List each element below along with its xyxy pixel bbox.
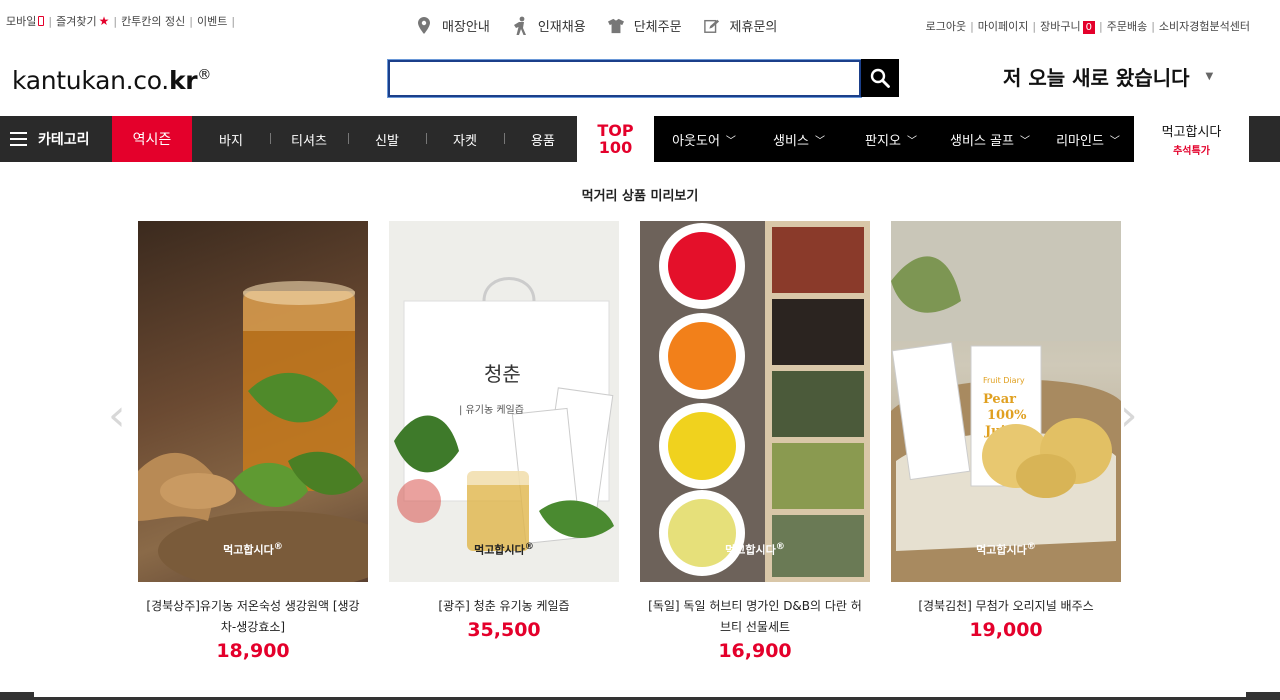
divider: | <box>970 19 974 33</box>
divider: | <box>1032 19 1037 33</box>
nav-item-remind[interactable]: 리마인드 ﹀ <box>1042 130 1134 149</box>
main-nav: 카테고리 역시즌 바지 티셔츠 신발 자켓 용품 TOP 100 아웃도어 ﹀ 생… <box>0 116 1280 162</box>
kale-juice-illustration: 청춘 | 유기농 케일즙 <box>389 221 619 582</box>
nav-item-top100[interactable]: TOP 100 <box>577 116 654 162</box>
divider: | <box>189 14 193 28</box>
nav-item-off-season[interactable]: 역시즌 <box>112 116 192 162</box>
tshirt-icon <box>607 17 624 35</box>
logout-link[interactable]: 로그아웃 <box>926 18 966 34</box>
nav-item-shoes[interactable]: 신발 <box>348 130 426 149</box>
divider: | <box>48 14 53 28</box>
product-name[interactable]: [독일] 독일 허브티 명가인 D&B의 다란 허브티 선물세트 <box>640 596 870 638</box>
product-card[interactable]: 청춘 | 유기농 케일즙 먹고합시다® [광주] 청춘 유기농 케일즙 35,5… <box>389 221 619 641</box>
orders-link[interactable]: 주문배송 <box>1107 18 1147 34</box>
chevron-down-icon: ﹀ <box>1109 135 1120 147</box>
document-edit-icon <box>703 17 720 35</box>
top-utility-bar: 모바일 | 즐겨찾기 ★ | 칸투칸의 정신 | 이벤트 | 매장안내 인재채용 … <box>0 0 1280 46</box>
divider: | <box>1098 19 1103 33</box>
pear-juice-illustration: Fruit Diary Pear 100% Juice <box>891 221 1121 582</box>
svg-text:청춘: 청춘 <box>484 362 521 386</box>
brand-watermark: 먹고합시다® <box>474 541 534 557</box>
store-info-link[interactable]: 매장안내 <box>416 16 490 35</box>
product-price: 18,900 <box>216 640 290 662</box>
mypage-link[interactable]: 마이페이지 <box>978 18 1029 34</box>
ginger-tea-illustration <box>138 281 368 582</box>
util-links-center: 매장안내 인재채용 단체주문 제휴문의 <box>416 16 799 35</box>
cart-link[interactable]: 장바구니 0 <box>1040 18 1095 34</box>
brand-watermark: 먹고합시다® <box>976 541 1036 557</box>
product-card[interactable]: 먹고합시다® [경북상주]유기농 저온숙성 생강원액 [생강차-생강효소] 18… <box>138 221 368 662</box>
search-icon <box>870 68 890 88</box>
brand-nav-group: 아웃도어 ﹀ 생비스 ﹀ 판지오 ﹀ 생비스 골프 ﹀ 리마인드 ﹀ <box>654 116 1134 162</box>
brand-watermark: 먹고합시다® <box>223 541 283 557</box>
divider: | <box>113 14 118 28</box>
search-input[interactable] <box>387 59 862 98</box>
product-image[interactable]: 먹고합시다® <box>138 221 368 582</box>
phone-icon <box>38 16 45 26</box>
partnership-link[interactable]: 제휴문의 <box>703 16 777 35</box>
divider: | <box>231 14 236 28</box>
nav-item-pants[interactable]: 바지 <box>192 130 270 149</box>
product-price: 19,000 <box>969 619 1043 641</box>
brand-watermark: 먹고합시다® <box>725 541 785 557</box>
nav-item-group: 바지 티셔츠 신발 자켓 용품 <box>192 116 582 162</box>
caret-down-icon: ▼ <box>1205 71 1214 82</box>
product-name[interactable]: [경북상주]유기농 저온숙성 생강원액 [생강차-생강효소] <box>138 596 368 638</box>
spirit-link[interactable]: 칸투칸의 정신 <box>121 13 185 29</box>
promo-dropdown[interactable]: 저 오늘 새로 왔습니다 ▼ <box>1003 62 1213 91</box>
carousel-next-arrow[interactable]: › <box>1120 390 1138 441</box>
hamburger-icon <box>10 132 27 146</box>
svg-text:| 유기농 케일즙: | 유기농 케일즙 <box>459 404 524 416</box>
group-order-link[interactable]: 단체주문 <box>607 16 682 35</box>
chevron-down-icon: ﹀ <box>814 135 825 147</box>
product-image[interactable]: 먹고합시다® <box>640 221 870 582</box>
util-links-right: 로그아웃 | 마이페이지 | 장바구니 0 | 주문배송 | 소비자경험분석센터 <box>926 18 1250 34</box>
nav-item-saengbiseu[interactable]: 생비스 ﹀ <box>754 130 844 149</box>
person-icon <box>512 16 528 35</box>
product-name[interactable]: [광주] 청춘 유기농 케일즙 <box>389 596 619 617</box>
category-menu-button[interactable]: 카테고리 <box>0 116 112 162</box>
chevron-down-icon: ﹀ <box>1019 135 1030 147</box>
map-pin-icon <box>416 17 432 35</box>
chevron-down-icon: ﹀ <box>906 135 917 147</box>
bookmark-link[interactable]: 즐겨찾기 ★ <box>56 13 109 29</box>
nav-item-outdoor[interactable]: 아웃도어 ﹀ <box>654 130 754 149</box>
product-card[interactable]: 먹고합시다® [독일] 독일 허브티 명가인 D&B의 다란 허브티 선물세트 … <box>640 221 870 662</box>
util-links-left: 모바일 | 즐겨찾기 ★ | 칸투칸의 정신 | 이벤트 | <box>6 13 239 29</box>
consumer-center-link[interactable]: 소비자경험분석센터 <box>1159 18 1250 34</box>
recruit-link[interactable]: 인재채용 <box>512 16 586 35</box>
carousel-prev-arrow[interactable]: ‹ <box>108 390 126 441</box>
product-card[interactable]: Fruit Diary Pear 100% Juice 먹고합시다® [경북김천… <box>891 221 1121 641</box>
divider: | <box>1151 19 1155 33</box>
search-button[interactable] <box>861 59 899 97</box>
product-name[interactable]: [경북김천] 무첨가 오리지널 배주스 <box>891 596 1121 617</box>
product-price: 16,900 <box>718 640 792 662</box>
chevron-down-icon: ﹀ <box>725 135 736 147</box>
nav-item-saengbiseu-golf[interactable]: 생비스 골프 ﹀ <box>938 130 1042 149</box>
nav-item-jackets[interactable]: 자켓 <box>426 130 504 149</box>
product-image[interactable]: Fruit Diary Pear 100% Juice 먹고합시다® <box>891 221 1121 582</box>
svg-text:Fruit Diary: Fruit Diary <box>983 376 1025 385</box>
nav-item-meokgo[interactable]: 먹고합시다 추석특가 <box>1134 116 1249 162</box>
nav-item-panjio[interactable]: 판지오 ﹀ <box>844 130 938 149</box>
nav-item-tshirts[interactable]: 티셔츠 <box>270 130 348 149</box>
svg-text:Pear: Pear <box>983 392 1016 407</box>
site-logo[interactable]: kantukan.co.kr® <box>12 66 211 95</box>
nav-item-goods[interactable]: 용품 <box>504 130 582 149</box>
svg-text:100%: 100% <box>987 408 1027 423</box>
cart-count-badge: 0 <box>1082 21 1095 34</box>
product-image[interactable]: 청춘 | 유기농 케일즙 먹고합시다® <box>389 221 619 582</box>
preview-title: 먹거리 상품 미리보기 <box>581 189 699 204</box>
product-price: 35,500 <box>467 619 541 641</box>
food-preview-panel: 먹거리 상품 미리보기 ‹ › 먹고합시다® [경북상주]유기농 저온숙성 생강… <box>34 162 1246 697</box>
mobile-link[interactable]: 모바일 <box>6 13 45 29</box>
event-link[interactable]: 이벤트 <box>197 13 227 29</box>
star-icon: ★ <box>98 14 110 28</box>
herb-tea-illustration <box>640 221 870 582</box>
